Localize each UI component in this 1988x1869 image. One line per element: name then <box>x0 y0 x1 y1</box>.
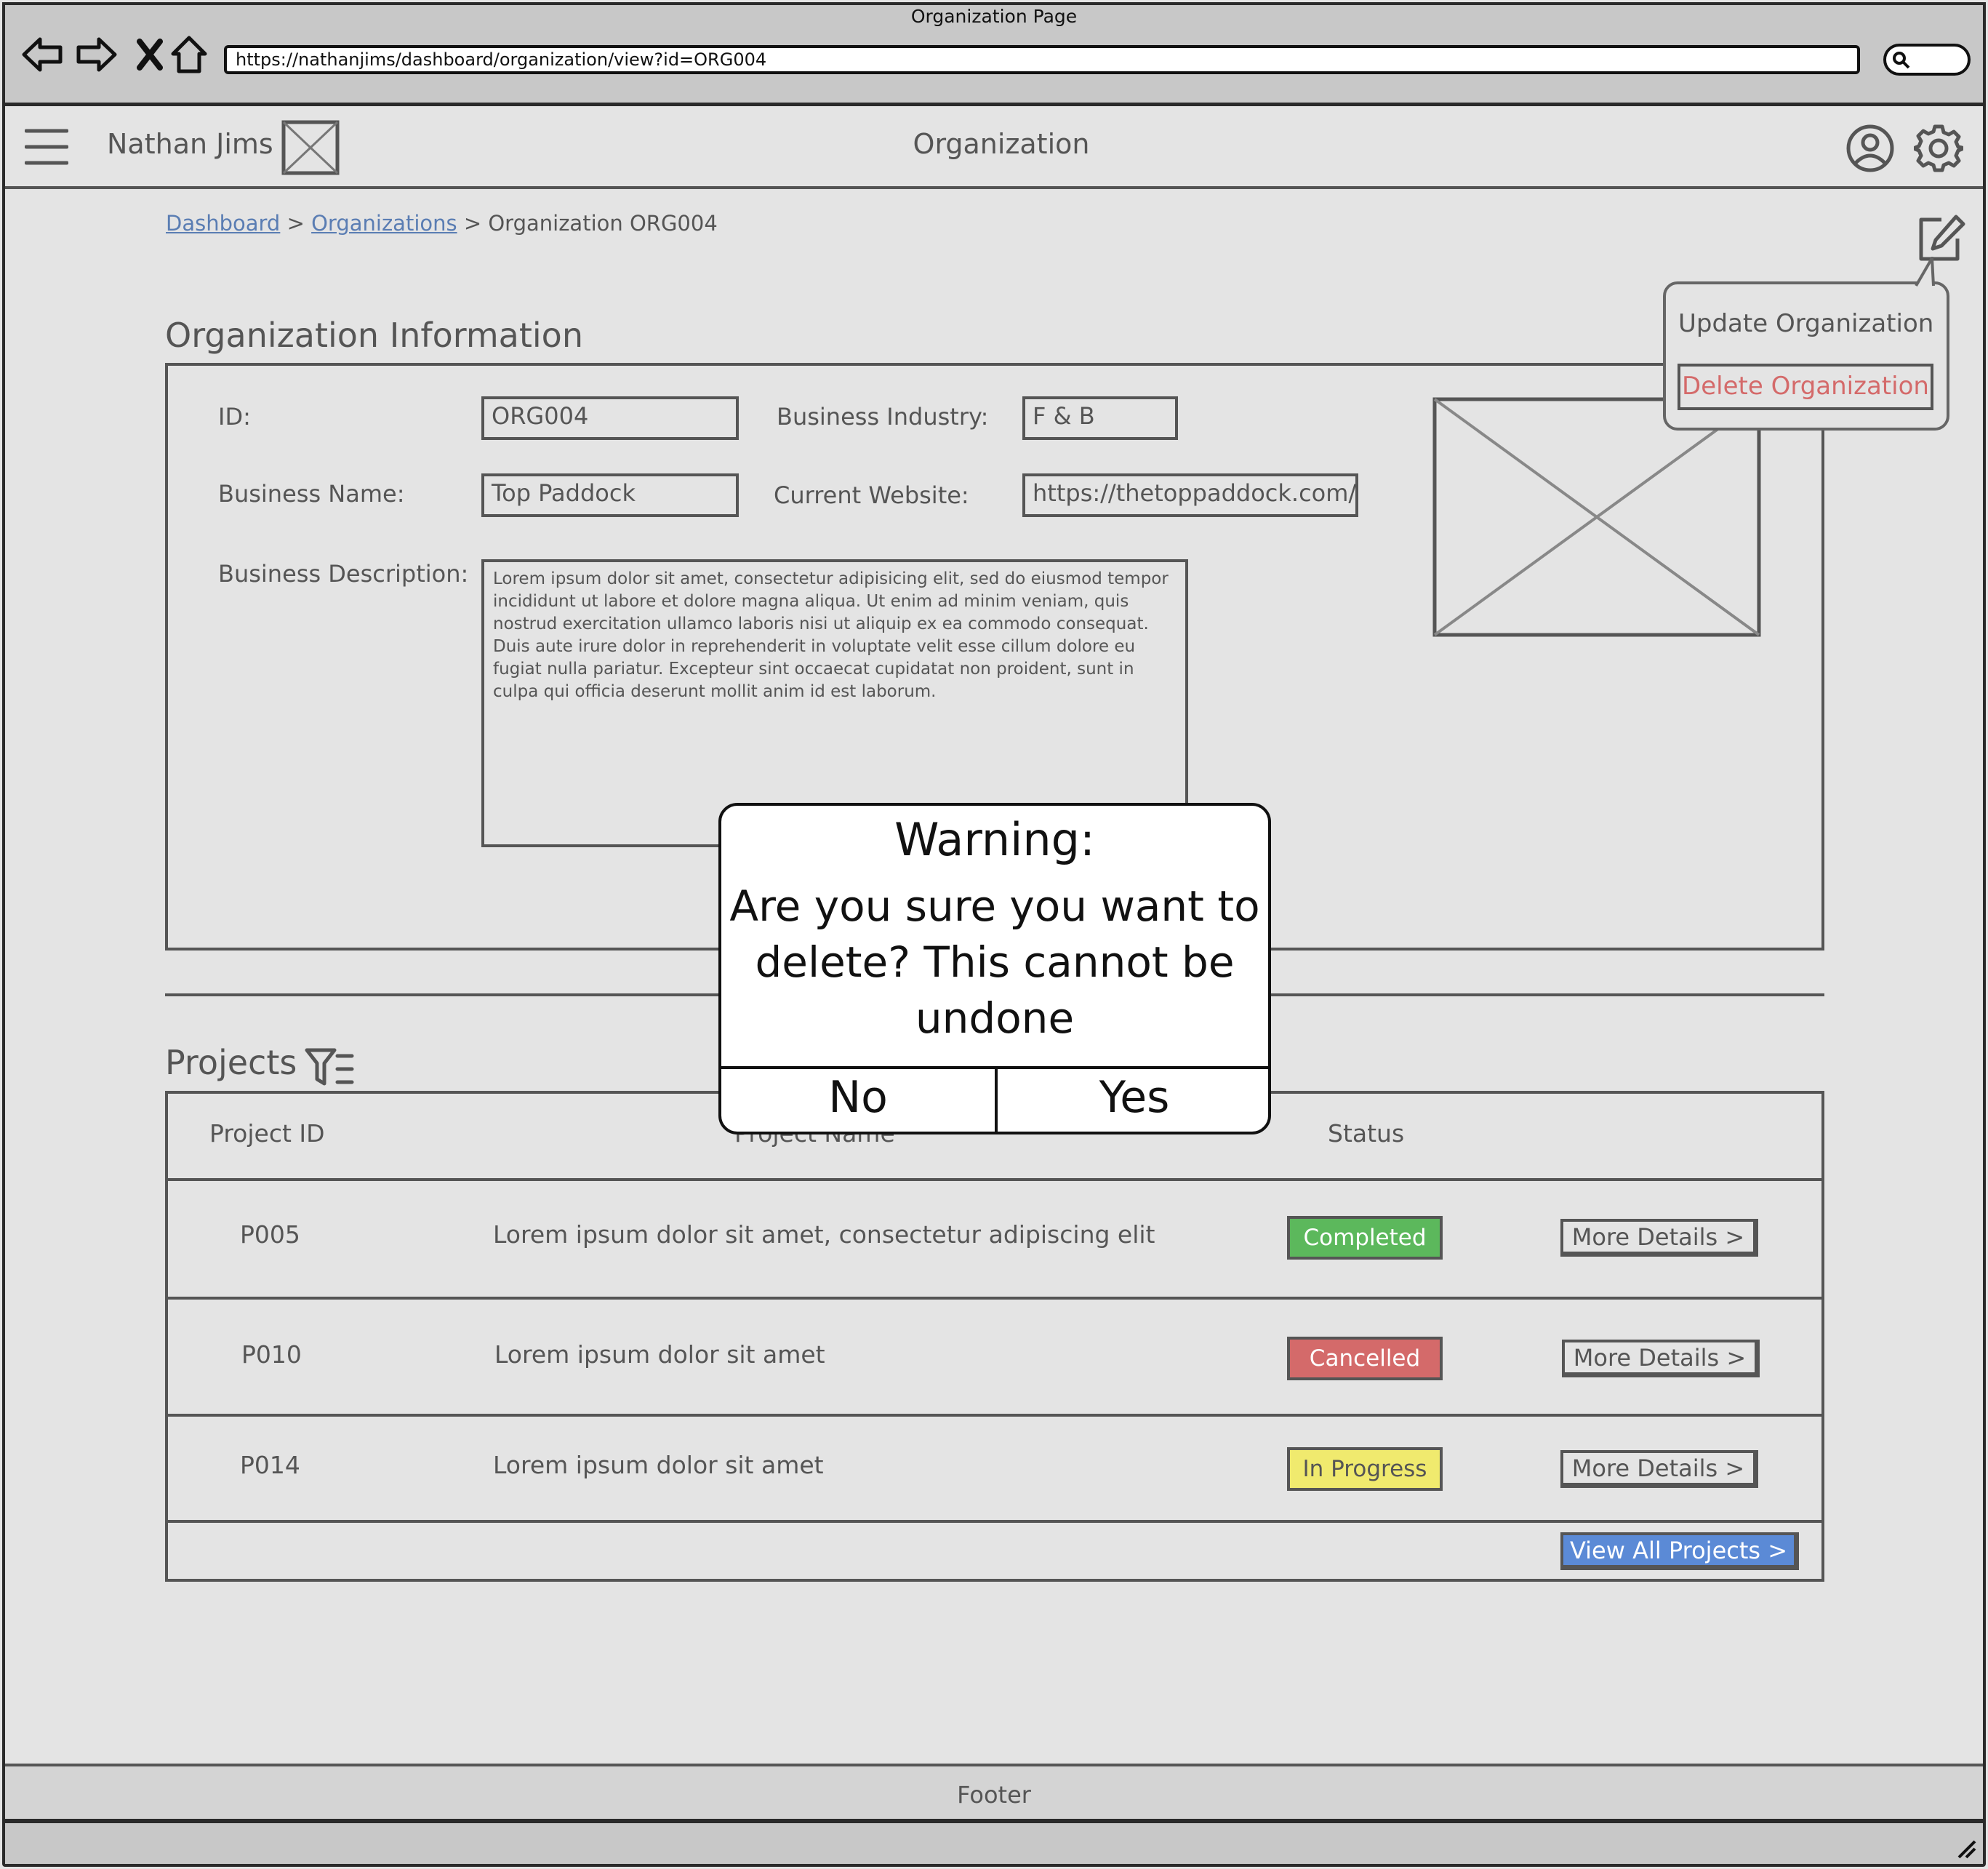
arrow-left-icon[interactable] <box>20 29 64 80</box>
modal-title: Warning: <box>894 813 1095 866</box>
gear-icon[interactable] <box>1913 124 1964 176</box>
column-header-project-id: Project ID <box>209 1119 325 1148</box>
id-field[interactable]: ORG004 <box>481 396 739 440</box>
breadcrumb-separator: > <box>463 211 482 236</box>
status-badge-cancelled: Cancelled <box>1287 1337 1443 1380</box>
project-id-cell: P005 <box>240 1220 300 1249</box>
delete-organization-option[interactable]: Delete Organization <box>1678 364 1933 410</box>
window-title: Organization Page <box>910 6 1078 27</box>
resize-grip-icon[interactable] <box>1956 1838 1978 1863</box>
more-details-button[interactable]: More Details > <box>1562 1340 1760 1377</box>
project-name-cell: Lorem ipsum dolor sit amet, consectetur … <box>493 1220 1155 1249</box>
update-organization-option[interactable]: Update Organization <box>1678 309 1933 338</box>
status-badge-in-progress: In Progress <box>1287 1447 1443 1491</box>
business-description-label: Business Description: <box>218 560 469 588</box>
browser-status-bar <box>5 1823 1983 1864</box>
view-all-projects-button[interactable]: View All Projects > <box>1560 1532 1799 1570</box>
image-placeholder-icon <box>1432 397 1761 640</box>
projects-title: Projects <box>165 1043 297 1082</box>
column-header-status: Status <box>1328 1119 1405 1148</box>
home-icon[interactable] <box>167 29 211 80</box>
table-divider <box>165 1178 1824 1181</box>
breadcrumb-organizations-link[interactable]: Organizations <box>311 211 457 236</box>
breadcrumb-separator: > <box>286 211 305 236</box>
industry-label: Business Industry: <box>777 403 989 431</box>
project-id-cell: P014 <box>240 1451 300 1479</box>
org-info-title: Organization Information <box>165 316 583 355</box>
footer: Footer <box>5 1764 1983 1823</box>
more-details-button[interactable]: More Details > <box>1560 1219 1758 1257</box>
breadcrumb-current: Organization ORG004 <box>488 211 718 236</box>
yes-button[interactable]: Yes <box>998 1069 1271 1132</box>
modal-message: Are you sure you want to delete? This ca… <box>729 881 1260 1043</box>
business-name-field[interactable]: Top Paddock <box>481 473 739 517</box>
table-divider <box>165 1414 1824 1417</box>
arrow-right-icon[interactable] <box>75 29 119 80</box>
id-label: ID: <box>218 403 251 431</box>
project-id-cell: P010 <box>241 1340 302 1369</box>
project-name-cell: Lorem ipsum dolor sit amet <box>494 1340 825 1369</box>
table-divider <box>165 1297 1824 1300</box>
search-icon <box>1892 51 1911 73</box>
more-details-button[interactable]: More Details > <box>1560 1450 1758 1488</box>
delete-confirmation-modal: Warning: Are you sure you want to delete… <box>718 803 1271 1134</box>
status-badge-completed: Completed <box>1287 1216 1443 1260</box>
table-divider <box>165 1520 1824 1523</box>
page-header-title: Organization <box>913 128 1090 160</box>
project-name-cell: Lorem ipsum dolor sit amet <box>493 1451 824 1479</box>
website-label: Current Website: <box>774 481 969 509</box>
no-button[interactable]: No <box>721 1069 995 1132</box>
projects-table <box>165 1091 1824 1582</box>
business-name-label: Business Name: <box>218 480 405 508</box>
breadcrumb: Dashboard > Organizations > Organization… <box>166 211 718 236</box>
user-circle-icon[interactable] <box>1845 124 1895 176</box>
address-bar[interactable]: https://nathanjims/dashboard/organizatio… <box>224 45 1860 74</box>
browser-search-box[interactable] <box>1883 44 1971 76</box>
filter-list-icon[interactable] <box>304 1047 355 1091</box>
breadcrumb-dashboard-link[interactable]: Dashboard <box>166 211 280 236</box>
close-icon[interactable] <box>128 29 172 80</box>
website-field[interactable]: https://thetoppaddock.com/ <box>1022 473 1358 517</box>
industry-field[interactable]: F & B <box>1022 396 1178 440</box>
